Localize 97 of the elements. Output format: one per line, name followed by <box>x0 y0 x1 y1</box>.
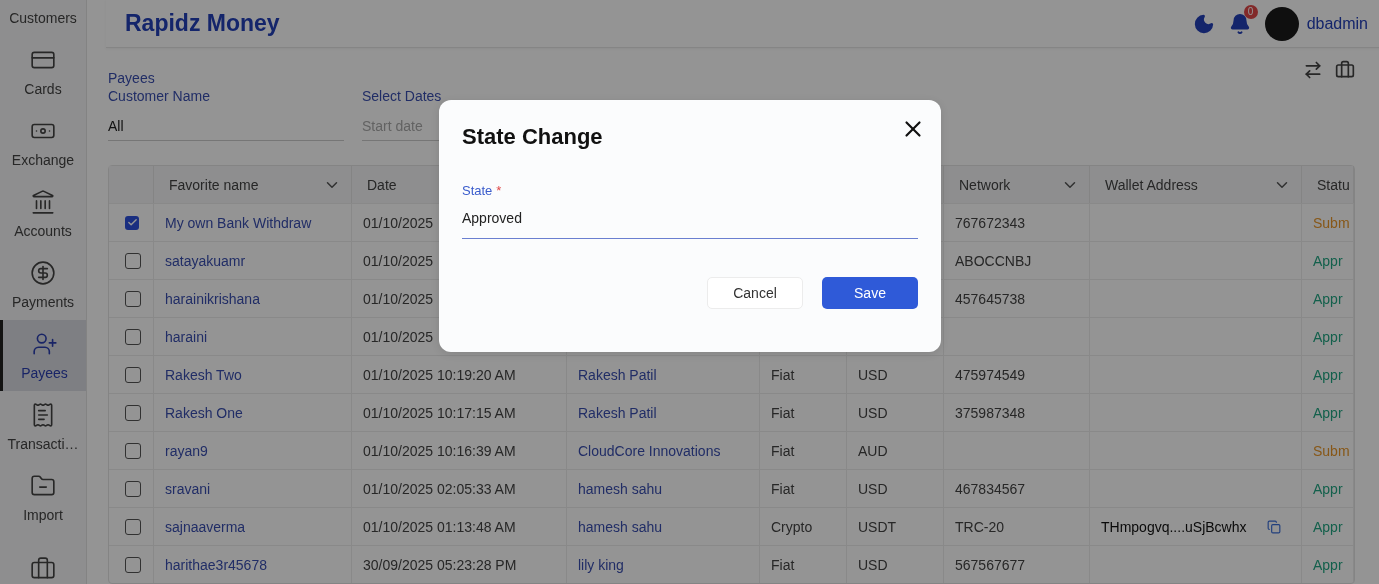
table-cell: USD <box>847 545 944 583</box>
table-cell: Fiat <box>760 469 847 507</box>
table-cell: USDT <box>847 507 944 545</box>
table-cell: 01/10/2025 01:13:48 AM <box>352 507 567 545</box>
checkbox[interactable] <box>125 404 141 421</box>
table-cell: AUD <box>847 431 944 469</box>
table-cell: USD <box>847 469 944 507</box>
sidebar-item[interactable]: Exchange <box>0 107 86 178</box>
copy-icon[interactable] <box>1266 519 1281 534</box>
table-cell: Appr <box>1302 317 1354 355</box>
breadcrumb[interactable]: Payees <box>108 70 155 86</box>
table-cell[interactable]: CloudCore Innovations <box>567 431 760 469</box>
table-cell: 567567677 <box>944 545 1090 583</box>
moon-icon[interactable] <box>1192 12 1215 35</box>
table-cell: Appr <box>1302 507 1354 545</box>
sidebar-item[interactable]: Import <box>0 462 86 533</box>
table-cell[interactable]: rayan9 <box>154 431 352 469</box>
table-cell: 01/10/2025 10:17:15 AM <box>352 393 567 431</box>
table-cell: 467834567 <box>944 469 1090 507</box>
table-cell[interactable]: hamesh sahu <box>567 469 760 507</box>
table-cell[interactable]: Rakesh Patil <box>567 355 760 393</box>
table-cell[interactable]: sravani <box>154 469 352 507</box>
table-cell: 01/10/2025 10:16:39 AM <box>352 431 567 469</box>
table-cell: USD <box>847 393 944 431</box>
table-cell[interactable]: lily king <box>567 545 760 583</box>
column-header: Statu <box>1302 166 1354 203</box>
avatar[interactable] <box>1264 6 1299 41</box>
bank-icon <box>30 188 56 215</box>
save-button[interactable]: Save <box>822 277 918 309</box>
table-cell[interactable]: satayakuamr <box>154 241 352 279</box>
sidebar-item[interactable]: Accounts <box>0 178 86 249</box>
dollar-icon <box>30 259 56 286</box>
filter-label: Customer Name <box>108 88 211 104</box>
table-cell: Subm <box>1302 203 1354 241</box>
table-cell[interactable]: sajnaaverma <box>154 507 352 545</box>
app-title: Rapidz Money <box>125 10 281 37</box>
table-cell: 475974549 <box>944 355 1090 393</box>
table-cell: 457645738 <box>944 279 1090 317</box>
sidebar-item[interactable]: Payments <box>0 249 86 320</box>
user-name[interactable]: dbadmin <box>1306 14 1368 33</box>
state-field[interactable]: State * Approved <box>462 183 918 239</box>
table-cell: USD <box>847 355 944 393</box>
table-cell[interactable]: haraini <box>154 317 352 355</box>
wallet-address: THmpogvq....uSjBcwhx <box>1101 518 1247 535</box>
checkbox[interactable] <box>125 252 141 269</box>
table-cell: Fiat <box>760 431 847 469</box>
table-cell[interactable]: Rakesh One <box>154 393 352 431</box>
table-cell: Fiat <box>760 545 847 583</box>
sidebar-item[interactable]: Payees <box>0 320 86 391</box>
table-cell: Appr <box>1302 241 1354 279</box>
checkbox[interactable] <box>125 290 141 307</box>
filter-field[interactable]: All <box>108 118 344 134</box>
column-header: Wallet Address <box>1090 166 1302 203</box>
field-value: Approved <box>462 210 523 226</box>
briefcase-icon[interactable] <box>1335 60 1355 80</box>
table-cell: Fiat <box>760 355 847 393</box>
table-cell[interactable]: Rakesh Two <box>154 355 352 393</box>
checkbox[interactable] <box>125 518 141 535</box>
table-cell: Fiat <box>760 393 847 431</box>
sidebar-item[interactable]: Transacti… <box>0 391 86 462</box>
table-cell: Appr <box>1302 355 1354 393</box>
table-cell: ABOCCNBJ <box>944 241 1090 279</box>
required-mark: * <box>496 183 502 198</box>
table-cell: TRC-20 <box>944 507 1090 545</box>
table-cell[interactable]: harithae3r45678 <box>154 545 352 583</box>
column-header: Network <box>944 166 1090 203</box>
table-cell: Appr <box>1302 545 1354 583</box>
table-cell: 767672343 <box>944 203 1090 241</box>
table-cell: 375987348 <box>944 393 1090 431</box>
table-cell: Subm <box>1302 431 1354 469</box>
table-cell: 30/09/2025 05:23:28 PM <box>352 545 567 583</box>
table-cell: 01/10/2025 02:05:33 AM <box>352 469 567 507</box>
notification-badge: 0 <box>1243 4 1258 19</box>
filter-label: Select Dates <box>362 88 443 104</box>
field-label: State <box>462 183 493 198</box>
sidebar-item[interactable]: Cards <box>0 36 86 107</box>
table-cell: Crypto <box>760 507 847 545</box>
table-cell[interactable]: hamesh sahu <box>567 507 760 545</box>
column-header: Favorite name <box>154 166 352 203</box>
checkbox[interactable] <box>125 366 141 383</box>
table-cell[interactable]: Rakesh Patil <box>567 393 760 431</box>
checkbox[interactable] <box>125 442 141 459</box>
checkbox[interactable] <box>125 556 141 573</box>
dialog-title: State Change <box>462 124 603 150</box>
swap-icon[interactable] <box>1303 60 1323 80</box>
table-cell: Appr <box>1302 279 1354 317</box>
table-cell[interactable]: My own Bank Withdraw <box>154 203 352 241</box>
checkbox[interactable] <box>125 480 141 497</box>
checkbox[interactable] <box>125 215 139 230</box>
cancel-button[interactable]: Cancel <box>707 277 803 309</box>
sidebar-item[interactable]: Customers <box>0 0 86 36</box>
table-cell[interactable]: harainikrishana <box>154 279 352 317</box>
table-cell: Appr <box>1302 469 1354 507</box>
table-cell: 01/10/2025 10:19:20 AM <box>352 355 567 393</box>
user-plus-icon <box>31 330 58 357</box>
checkbox[interactable] <box>125 328 141 345</box>
table-cell: Appr <box>1302 393 1354 431</box>
